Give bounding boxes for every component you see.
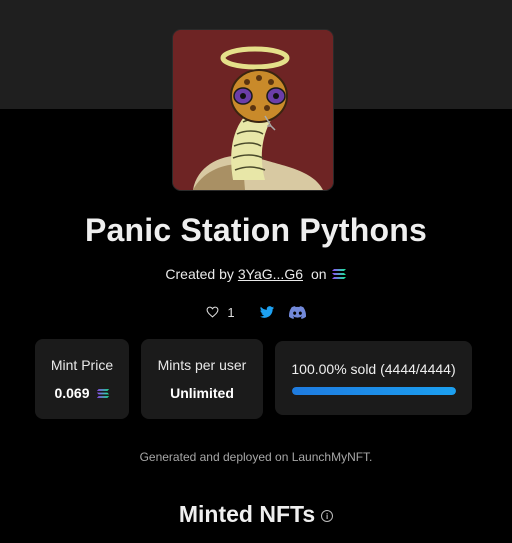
heart-icon [206,306,219,318]
creator-line: Created by 3YaG...G6 on [0,266,512,282]
like-button[interactable]: 1 [206,304,235,320]
mint-price-value: 0.069 [54,385,90,401]
collection-avatar [173,30,333,190]
like-count: 1 [227,304,235,320]
sold-progress-fill [291,387,456,395]
info-icon[interactable]: i [321,510,334,522]
collection-title: Panic Station Pythons [84,212,428,248]
discord-icon[interactable] [288,305,306,319]
mints-per-user-card: Mints per user Unlimited [141,339,263,419]
twitter-icon[interactable] [259,305,275,319]
creator-address-link[interactable]: 3YaG...G6 [238,266,303,282]
mints-per-user-label: Mints per user [157,357,247,373]
launchmynft-note: Generated and deployed on LaunchMyNFT. [139,450,373,464]
sold-progress-card: 100.00% sold (4444/4444) [275,341,472,415]
mint-price-card: Mint Price 0.069 [35,339,129,419]
minted-nfts-title: Minted NFTs [178,501,316,527]
python-nft-image [173,30,333,190]
solana-icon [96,388,110,399]
mints-per-user-value: Unlimited [170,385,234,401]
sold-progress-text: 100.00% sold (4444/4444) [291,361,456,377]
created-by-label: Created by [165,266,234,282]
sold-progress-bar [291,387,456,395]
mint-price-value-row: 0.069 [35,385,129,401]
minted-nfts-heading: Minted NFTs i [0,501,512,528]
social-row: 1 [0,303,512,321]
mint-price-label: Mint Price [50,357,114,373]
on-label: on [311,266,327,282]
solana-icon [331,268,347,280]
